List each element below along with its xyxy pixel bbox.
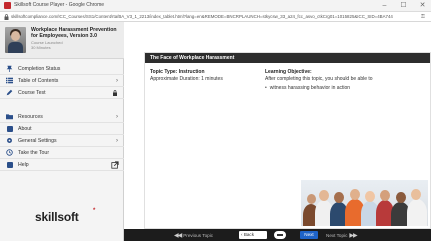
- course-meta: Course Launched 30 Minutes: [31, 40, 63, 50]
- window-controls: – ☐ ✕: [380, 1, 427, 11]
- window-title: Skillsoft Course Player - Google Chrome: [14, 2, 105, 8]
- sidebar-item-general-settings[interactable]: General Settings ›: [0, 135, 124, 147]
- course-duration: 30 Minutes: [31, 45, 51, 50]
- window-title-bar: Skillsoft Course Player - Google Chrome …: [0, 0, 431, 12]
- clock-icon: [6, 149, 13, 156]
- content-area: The Face of Workplace Harassment Topic T…: [124, 22, 431, 229]
- sidebar-item-label: Resources: [18, 113, 43, 120]
- sidebar-item-help[interactable]: Help: [0, 159, 124, 171]
- topic-duration: Approximate Duration: 1 minutes: [150, 75, 223, 82]
- objective-label: Learning Objective:: [265, 69, 312, 75]
- lock-icon: [4, 14, 9, 20]
- sidebar-item-label: About: [18, 125, 32, 132]
- objective-intro: After completing this topic, you should …: [265, 75, 373, 82]
- objective-item: • witness harassing behavior in action: [265, 85, 351, 91]
- back-button[interactable]: ‹ Back: [239, 231, 267, 239]
- sidebar-item-table-of-contents[interactable]: Table of Contents ›: [0, 75, 124, 87]
- double-chevron-left-icon: ◀◀: [174, 232, 182, 239]
- address-bar[interactable]: skillsoftcompliance.com/ICC_Courses/SS1/…: [0, 12, 431, 22]
- chevron-right-icon: ›: [116, 78, 118, 84]
- sidebar-item-label: Help: [18, 161, 29, 168]
- help-icon: [6, 161, 13, 168]
- chevron-right-icon: ›: [116, 138, 118, 144]
- close-window-button[interactable]: ✕: [418, 1, 427, 11]
- course-thumbnail: [5, 27, 26, 53]
- next-button[interactable]: Next: [300, 231, 318, 239]
- key-icon[interactable]: ⚿: [421, 14, 427, 20]
- topic-title: The Face of Workplace Harassment: [150, 55, 235, 61]
- skillsoft-favicon-icon: [4, 2, 11, 9]
- url-text[interactable]: skillsoftcompliance.com/ICC_Courses/SS1/…: [11, 14, 411, 19]
- logo-area: skillsoft *: [0, 190, 124, 241]
- sidebar: Workplace Harassment Prevention for Empl…: [0, 22, 124, 241]
- sidebar-item-take-the-tour[interactable]: Take the Tour: [0, 147, 124, 159]
- sidebar-item-label: Take the Tour: [18, 149, 50, 156]
- topic-info: Topic Type: Instruction Approximate Dura…: [150, 69, 260, 82]
- course-header: Workplace Harassment Prevention for Empl…: [0, 22, 124, 59]
- previous-topic-button[interactable]: ◀◀ Previous Topic: [174, 231, 213, 239]
- external-link-icon: [111, 161, 119, 169]
- pencil-icon: [6, 89, 13, 96]
- minimize-button[interactable]: –: [380, 1, 389, 11]
- topic-header: The Face of Workplace Harassment: [145, 53, 430, 63]
- double-chevron-right-icon: ▶▶: [349, 232, 357, 239]
- chevron-right-icon: ›: [116, 114, 118, 120]
- info-icon: [6, 125, 13, 132]
- learning-objective: Learning Objective: After completing thi…: [265, 69, 425, 92]
- topic-type: Topic Type: Instruction: [150, 69, 205, 75]
- sidebar-item-course-test[interactable]: Course Test: [0, 87, 124, 99]
- sidebar-item-label: Course Test: [18, 89, 46, 96]
- gear-icon: [6, 137, 13, 144]
- topic-panel: The Face of Workplace Harassment Topic T…: [144, 52, 431, 229]
- people-group-image: [301, 180, 428, 226]
- pin-icon: [6, 65, 13, 72]
- skillsoft-logo: skillsoft: [35, 210, 79, 224]
- pause-button[interactable]: [274, 231, 286, 239]
- sidebar-item-completion-status[interactable]: Completion Status: [0, 63, 124, 75]
- chevron-left-icon: ‹: [241, 232, 243, 237]
- logo-mark: *: [93, 208, 96, 214]
- folder-icon: [6, 113, 13, 120]
- course-title: Workplace Harassment Prevention for Empl…: [31, 27, 117, 39]
- maximize-button[interactable]: ☐: [399, 1, 408, 11]
- sidebar-item-about[interactable]: About: [0, 123, 124, 135]
- next-topic-button[interactable]: Next Topic ▶▶: [326, 231, 358, 239]
- player-controls-bar: ◀◀ Previous Topic ‹ Back Next Next Topic…: [124, 229, 431, 241]
- sidebar-item-label: Table of Contents: [18, 77, 59, 84]
- padlock-icon: [113, 90, 117, 96]
- sidebar-item-label: Completion Status: [18, 65, 61, 72]
- list-icon: [6, 77, 13, 84]
- sidebar-item-label: General Settings: [18, 137, 57, 144]
- sidebar-item-resources[interactable]: Resources ›: [0, 111, 124, 123]
